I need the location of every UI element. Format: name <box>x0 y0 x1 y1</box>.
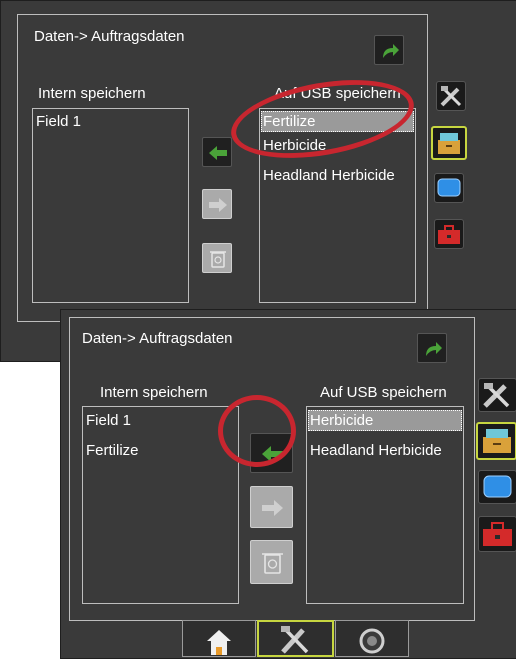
arrow-right-icon <box>262 500 283 516</box>
toolbox-icon <box>483 522 512 546</box>
list-item[interactable]: Headland Herbicide <box>308 440 462 461</box>
sidebar-data-button[interactable] <box>431 126 467 160</box>
tools-icon <box>281 626 309 654</box>
right-list-header: Auf USB speichern <box>320 384 447 401</box>
list-item[interactable]: Fertilize <box>84 440 237 461</box>
back-button[interactable] <box>417 333 447 363</box>
internal-list[interactable]: Field 1 Fertilize <box>82 406 239 604</box>
return-arrow-icon <box>426 342 442 356</box>
copy-to-internal-button[interactable] <box>202 137 232 167</box>
tab-gauge[interactable] <box>335 620 409 657</box>
tools-icon <box>440 86 462 107</box>
tab-home[interactable] <box>182 620 256 657</box>
monitor-icon <box>437 178 461 197</box>
dialog-title: Daten-> Auftragsdaten <box>82 330 233 347</box>
file-cabinet-icon <box>483 429 511 453</box>
dialog-title: Daten-> Auftragsdaten <box>34 28 185 45</box>
usb-list[interactable]: Herbicide Headland Herbicide <box>306 406 464 604</box>
sidebar-tools-button[interactable] <box>436 81 466 111</box>
home-icon <box>207 630 231 655</box>
toolbox-icon <box>438 225 460 244</box>
copy-to-usb-button[interactable] <box>250 486 293 528</box>
internal-list[interactable]: Field 1 <box>32 108 189 303</box>
left-list-header: Intern speichern <box>38 85 146 102</box>
gauge-icon <box>359 628 385 654</box>
list-item[interactable]: Field 1 <box>84 410 237 431</box>
screen-after: Daten-> Auftragsdaten Intern speichern A… <box>60 309 516 659</box>
highlight-ring-copy-button <box>218 395 296 467</box>
sidebar-toolbox-button[interactable] <box>478 516 516 552</box>
list-item[interactable]: Field 1 <box>34 111 187 132</box>
delete-button[interactable] <box>250 540 293 584</box>
file-cabinet-icon <box>438 133 460 154</box>
arrow-right-icon <box>209 198 227 212</box>
arrow-left-icon <box>209 146 227 160</box>
left-list-header: Intern speichern <box>100 384 208 401</box>
tools-icon <box>483 383 510 408</box>
delete-button[interactable] <box>202 243 232 273</box>
dialog-panel: Daten-> Auftragsdaten Intern speichern A… <box>17 14 428 322</box>
list-item[interactable]: Herbicide <box>308 410 462 431</box>
recycle-bin-icon <box>210 251 226 268</box>
copy-to-usb-button[interactable] <box>202 189 232 219</box>
sidebar-tools-button[interactable] <box>478 378 516 412</box>
return-arrow-icon <box>383 44 399 58</box>
sidebar-display-button[interactable] <box>434 173 464 203</box>
dialog-panel: Daten-> Auftragsdaten Intern speichern A… <box>69 317 475 621</box>
monitor-icon <box>483 475 512 498</box>
back-button[interactable] <box>374 35 404 65</box>
sidebar-display-button[interactable] <box>478 470 516 504</box>
recycle-bin-icon <box>262 553 283 574</box>
list-item[interactable]: Headland Herbicide <box>261 165 414 186</box>
sidebar-data-button[interactable] <box>476 422 516 460</box>
tab-tools[interactable] <box>257 620 334 657</box>
sidebar-toolbox-button[interactable] <box>434 219 464 249</box>
screen-before: Daten-> Auftragsdaten Intern speichern A… <box>0 0 516 362</box>
